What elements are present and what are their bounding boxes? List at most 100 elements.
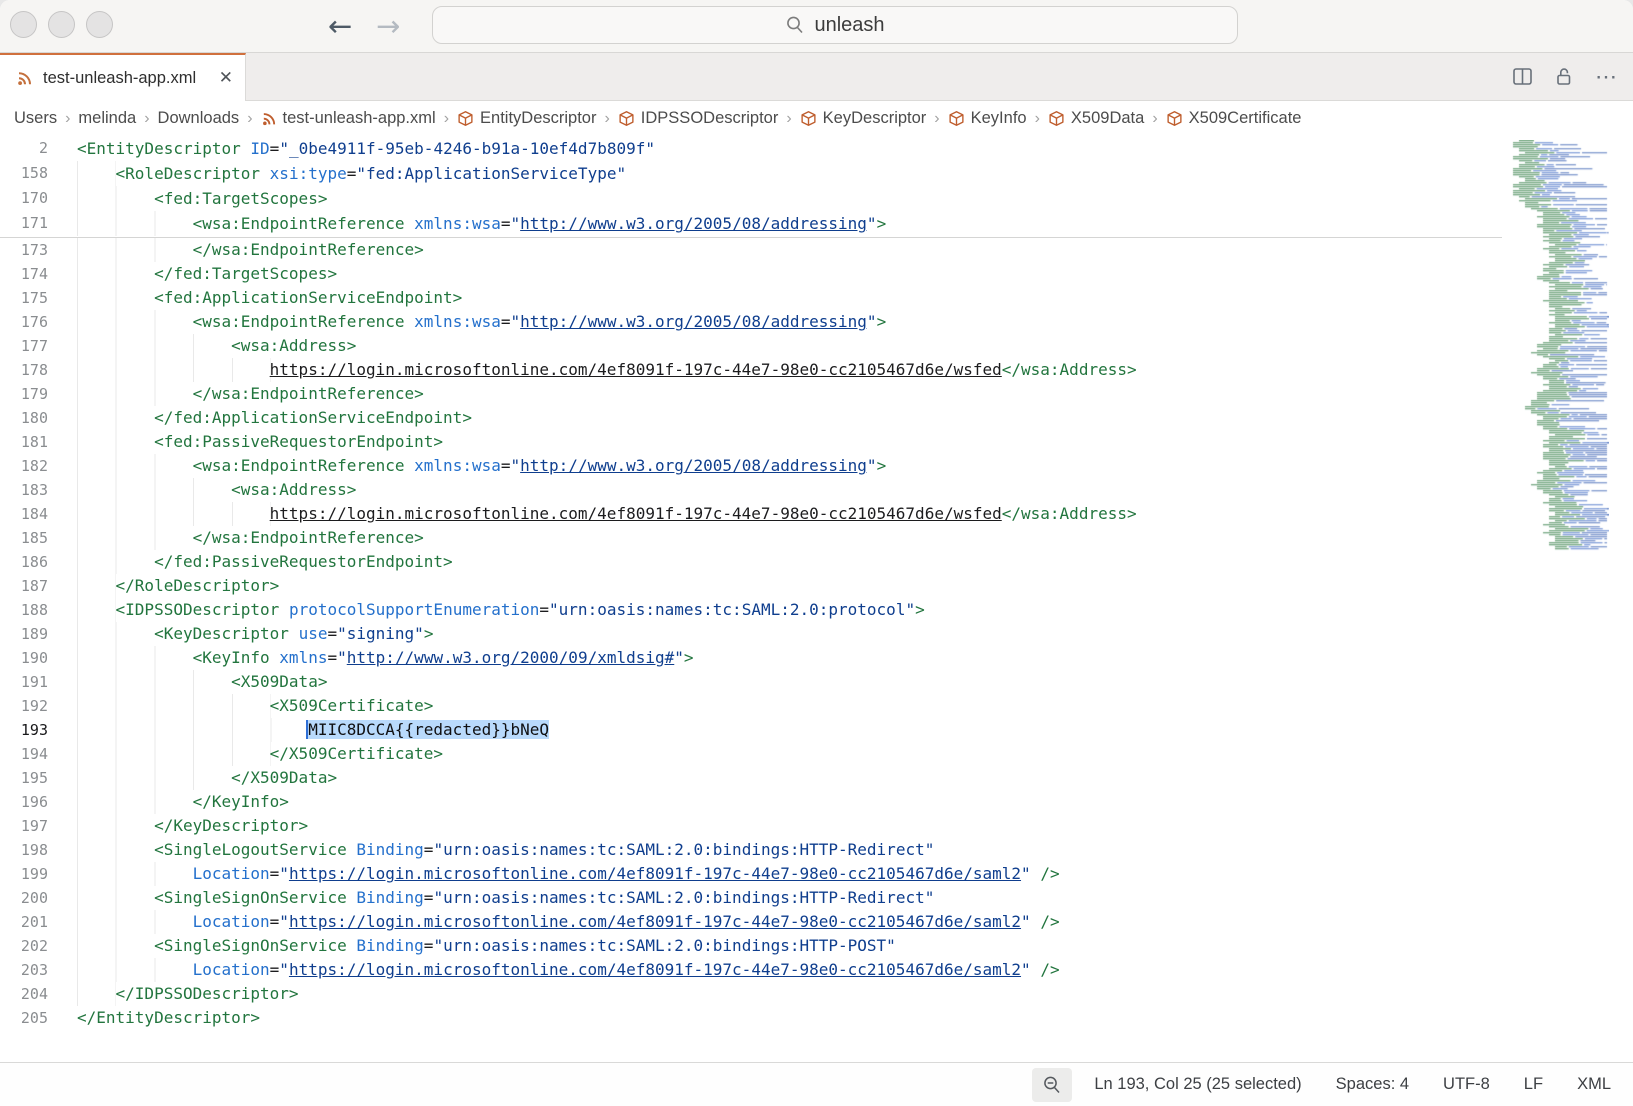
- line-content[interactable]: </KeyDescriptor>: [77, 814, 308, 838]
- link-text[interactable]: http://www.w3.org/2005/08/addressing: [520, 456, 867, 475]
- line-content[interactable]: <wsa:Address>: [77, 478, 356, 502]
- line-content[interactable]: <SingleLogoutService Binding="urn:oasis:…: [77, 838, 934, 862]
- line-content[interactable]: <wsa:Address>: [77, 334, 356, 358]
- encoding-status[interactable]: UTF-8: [1443, 1075, 1490, 1094]
- breadcrumb-item-x509certificate[interactable]: X509Certificate: [1166, 109, 1302, 128]
- breadcrumb-item-keyinfo[interactable]: KeyInfo: [948, 109, 1027, 128]
- breadcrumb-item-entitydescriptor[interactable]: EntityDescriptor: [457, 109, 596, 128]
- line-number[interactable]: 194: [0, 742, 48, 766]
- line-number[interactable]: 203: [0, 958, 48, 982]
- zoom-out-icon[interactable]: [1032, 1068, 1072, 1102]
- window-zoom-button[interactable]: [86, 11, 113, 38]
- line-content[interactable]: <X509Data>: [77, 670, 327, 694]
- line-content[interactable]: </EntityDescriptor>: [77, 1006, 260, 1030]
- line-number[interactable]: 181: [0, 430, 48, 454]
- tab-test-unleash-app-xml[interactable]: test-unleash-app.xml ✕: [0, 53, 246, 101]
- line-number[interactable]: 191: [0, 670, 48, 694]
- line-number[interactable]: 182: [0, 454, 48, 478]
- line-content[interactable]: <fed:TargetScopes>: [77, 186, 327, 211]
- line-content[interactable]: <wsa:EndpointReference xmlns:wsa="http:/…: [77, 454, 886, 478]
- line-number[interactable]: 180: [0, 406, 48, 430]
- line-number[interactable]: 205: [0, 1006, 48, 1030]
- link-text[interactable]: http://www.w3.org/2000/09/xmldsig#: [347, 648, 675, 667]
- line-content[interactable]: </X509Data>: [77, 766, 337, 790]
- line-number[interactable]: 193: [0, 718, 48, 742]
- back-arrow-icon[interactable]: ←: [328, 6, 352, 46]
- line-number[interactable]: 198: [0, 838, 48, 862]
- line-content[interactable]: <RoleDescriptor xsi:type="fed:Applicatio…: [77, 161, 626, 186]
- line-number[interactable]: 178: [0, 358, 48, 382]
- line-content[interactable]: <X509Certificate>: [77, 694, 433, 718]
- line-content[interactable]: </KeyInfo>: [77, 790, 289, 814]
- line-content[interactable]: <fed:ApplicationServiceEndpoint>: [77, 286, 462, 310]
- line-content[interactable]: <EntityDescriptor ID="_0be4911f-95eb-424…: [77, 136, 655, 161]
- line-number[interactable]: 201: [0, 910, 48, 934]
- line-number[interactable]: 202: [0, 934, 48, 958]
- line-content[interactable]: </wsa:EndpointReference>: [77, 526, 424, 550]
- line-content[interactable]: </IDPSSODescriptor>: [77, 982, 299, 1006]
- line-content[interactable]: <wsa:EndpointReference xmlns:wsa="http:/…: [77, 211, 886, 236]
- breadcrumb-item-downloads[interactable]: Downloads: [158, 109, 240, 128]
- line-content[interactable]: https://login.microsoftonline.com/4ef809…: [77, 358, 1137, 382]
- line-number[interactable]: 176: [0, 310, 48, 334]
- unlock-icon[interactable]: [1554, 67, 1573, 86]
- line-content[interactable]: <fed:PassiveRequestorEndpoint>: [77, 430, 443, 454]
- breadcrumb-item-melinda[interactable]: melinda: [78, 109, 136, 128]
- window-close-button[interactable]: [10, 11, 37, 38]
- line-content[interactable]: </wsa:EndpointReference>: [77, 382, 424, 406]
- link-text[interactable]: http://www.w3.org/2005/08/addressing: [520, 312, 867, 331]
- minimap[interactable]: [1503, 140, 1609, 552]
- window-minimize-button[interactable]: [48, 11, 75, 38]
- breadcrumb-item-idpssodescriptor[interactable]: IDPSSODescriptor: [618, 109, 779, 128]
- line-number[interactable]: 183: [0, 478, 48, 502]
- search-input[interactable]: unleash: [432, 6, 1238, 44]
- line-number[interactable]: 175: [0, 286, 48, 310]
- line-number[interactable]: 199: [0, 862, 48, 886]
- line-number[interactable]: 195: [0, 766, 48, 790]
- line-content[interactable]: </fed:ApplicationServiceEndpoint>: [77, 406, 472, 430]
- line-number[interactable]: 187: [0, 574, 48, 598]
- line-number[interactable]: 185: [0, 526, 48, 550]
- line-content[interactable]: <wsa:EndpointReference xmlns:wsa="http:/…: [77, 310, 886, 334]
- line-number[interactable]: 188: [0, 598, 48, 622]
- split-editor-icon[interactable]: [1513, 68, 1532, 85]
- language-mode-status[interactable]: XML: [1577, 1075, 1611, 1094]
- line-number[interactable]: 184: [0, 502, 48, 526]
- link-text[interactable]: https://login.microsoftonline.com/4ef809…: [289, 864, 1021, 883]
- line-number[interactable]: 174: [0, 262, 48, 286]
- line-number[interactable]: 171: [0, 211, 48, 236]
- line-content[interactable]: <KeyDescriptor use="signing">: [77, 622, 433, 646]
- tab-close-icon[interactable]: ✕: [219, 68, 233, 88]
- line-number[interactable]: 190: [0, 646, 48, 670]
- line-content[interactable]: </X509Certificate>: [77, 742, 443, 766]
- line-number[interactable]: 192: [0, 694, 48, 718]
- line-content[interactable]: <SingleSignOnService Binding="urn:oasis:…: [77, 886, 934, 910]
- line-content[interactable]: https://login.microsoftonline.com/4ef809…: [77, 502, 1137, 526]
- more-actions-icon[interactable]: ⋯: [1595, 64, 1617, 90]
- line-number[interactable]: 200: [0, 886, 48, 910]
- link-text[interactable]: https://login.microsoftonline.com/4ef809…: [289, 960, 1021, 979]
- breadcrumb-item-users[interactable]: Users: [14, 109, 57, 128]
- line-number[interactable]: 158: [0, 161, 48, 186]
- line-content[interactable]: Location="https://login.microsoftonline.…: [77, 910, 1060, 934]
- line-number[interactable]: 177: [0, 334, 48, 358]
- line-content[interactable]: <SingleSignOnService Binding="urn:oasis:…: [77, 934, 896, 958]
- line-number[interactable]: 179: [0, 382, 48, 406]
- line-number[interactable]: 189: [0, 622, 48, 646]
- link-text[interactable]: https://login.microsoftonline.com/4ef809…: [289, 912, 1021, 931]
- link-text[interactable]: http://www.w3.org/2005/08/addressing: [520, 214, 867, 233]
- line-number[interactable]: 186: [0, 550, 48, 574]
- breadcrumb-item-keydescriptor[interactable]: KeyDescriptor: [800, 109, 927, 128]
- cursor-position-status[interactable]: Ln 193, Col 25 (25 selected): [1094, 1075, 1301, 1094]
- line-content[interactable]: </fed:PassiveRequestorEndpoint>: [77, 550, 453, 574]
- line-number[interactable]: 196: [0, 790, 48, 814]
- line-content[interactable]: <IDPSSODescriptor protocolSupportEnumera…: [77, 598, 925, 622]
- line-content[interactable]: </RoleDescriptor>: [77, 574, 279, 598]
- breadcrumb-item-x509data[interactable]: X509Data: [1048, 109, 1144, 128]
- breadcrumb-item-test-unleash-app-xml[interactable]: test-unleash-app.xml: [261, 109, 436, 128]
- line-content[interactable]: </fed:TargetScopes>: [77, 262, 337, 286]
- forward-arrow-icon[interactable]: →: [376, 6, 400, 46]
- line-number[interactable]: 170: [0, 186, 48, 211]
- eol-status[interactable]: LF: [1524, 1075, 1543, 1094]
- line-number[interactable]: 204: [0, 982, 48, 1006]
